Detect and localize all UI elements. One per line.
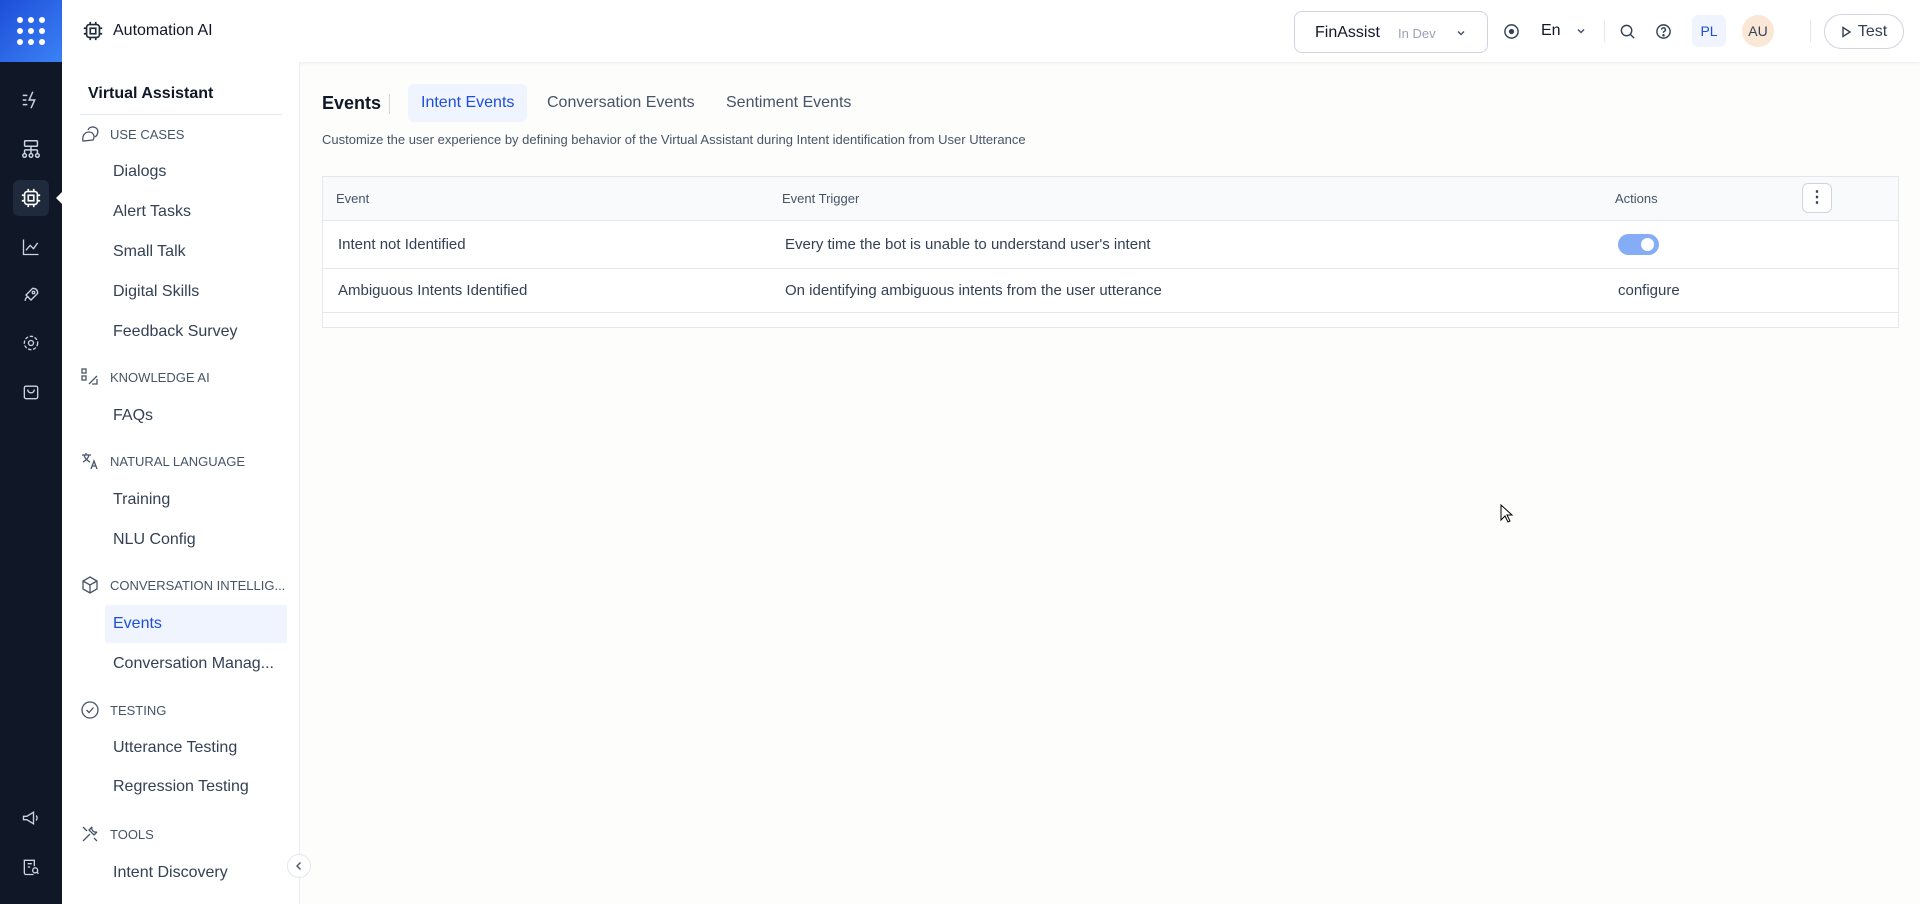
app-title: Automation AI — [113, 22, 213, 39]
sidebar-item-conversation-management[interactable]: Conversation Manag... — [113, 655, 274, 673]
sidebar-item-events[interactable]: Events — [105, 605, 287, 643]
sidebar-item-small-talk[interactable]: Small Talk — [113, 243, 186, 261]
toggle-knob — [1641, 238, 1654, 251]
sidebar-item-dialogs[interactable]: Dialogs — [113, 163, 166, 181]
divider — [389, 94, 390, 114]
help-icon[interactable] — [1655, 23, 1672, 40]
table-row: Intent not Identified Every time the bot… — [323, 221, 1898, 269]
play-icon — [1842, 25, 1852, 38]
mouse-cursor-icon — [1500, 504, 1514, 523]
sidebar-item-digital-skills[interactable]: Digital Skills — [113, 283, 199, 301]
automation-chip-icon — [83, 21, 103, 41]
rail-announcements-icon[interactable] — [13, 800, 49, 836]
top-bar: Automation AI FinAssist In Dev En PL AU … — [62, 0, 1920, 62]
column-header-event: Event — [336, 191, 370, 206]
sidebar-item-training[interactable]: Training — [113, 491, 170, 509]
event-trigger: On identifying ambiguous intents from th… — [785, 282, 1162, 299]
event-name: Ambiguous Intents Identified — [338, 282, 528, 299]
language-chevron-icon[interactable] — [1575, 25, 1587, 37]
enable-toggle[interactable] — [1618, 234, 1659, 255]
column-header-actions: Actions — [1615, 191, 1658, 206]
divider — [1604, 20, 1605, 42]
table-row: Ambiguous Intents Identified On identify… — [323, 269, 1898, 313]
page-title: Events — [322, 93, 382, 113]
section-use-cases: USE CASES — [80, 124, 184, 144]
sidebar-item-regression-testing[interactable]: Regression Testing — [113, 778, 249, 796]
avatar-au[interactable]: AU — [1742, 15, 1774, 47]
check-circle-icon — [81, 701, 99, 719]
rail-store-icon[interactable] — [13, 374, 49, 410]
events-table: Event Event Trigger Actions ⋮ Intent not… — [322, 176, 1899, 328]
event-name: Intent not Identified — [338, 236, 466, 253]
knowledge-icon — [81, 368, 98, 385]
section-tools: TOOLS — [80, 824, 154, 844]
tab-conversation-events[interactable]: Conversation Events — [534, 84, 708, 122]
section-conversation-intelligence: CONVERSATION INTELLIG... — [80, 575, 285, 595]
rail-settings-icon[interactable] — [13, 325, 49, 361]
sidebar-item-nlu-config[interactable]: NLU Config — [113, 531, 196, 549]
test-label: Test — [1857, 22, 1888, 40]
sidebar-item-intent-discovery[interactable]: Intent Discovery — [113, 864, 228, 882]
sidebar-item-feedback-survey[interactable]: Feedback Survey — [113, 323, 238, 341]
rail-deploy-icon[interactable] — [13, 277, 49, 313]
app-grid-icon[interactable] — [0, 0, 62, 62]
column-header-trigger: Event Trigger — [782, 191, 860, 206]
tab-sentiment-events[interactable]: Sentiment Events — [713, 84, 864, 122]
search-icon[interactable] — [1619, 23, 1636, 40]
sidebar-title: Virtual Assistant — [88, 85, 214, 102]
table-header: Event Event Trigger Actions ⋮ — [323, 177, 1898, 221]
section-testing: TESTING — [80, 700, 166, 720]
sidebar-item-alert-tasks[interactable]: Alert Tasks — [113, 203, 191, 221]
target-icon[interactable] — [1503, 23, 1520, 40]
rail-flash-icon[interactable] — [13, 82, 49, 118]
translate-icon — [82, 453, 98, 470]
bot-status: In Dev — [1398, 26, 1436, 41]
bot-selector[interactable]: FinAssist In Dev — [1294, 11, 1488, 53]
section-knowledge-ai: KNOWLEDGE AI — [80, 367, 210, 387]
test-button[interactable]: Test — [1824, 14, 1904, 49]
chevron-down-icon — [1457, 30, 1465, 36]
tab-intent-events[interactable]: Intent Events — [408, 84, 528, 122]
sidebar-item-faqs[interactable]: FAQs — [113, 407, 153, 425]
rail-analytics-icon[interactable] — [13, 229, 49, 265]
chevron-left-icon — [296, 862, 301, 870]
rail-docs-search-icon[interactable] — [13, 849, 49, 885]
rail-flow-icon[interactable] — [13, 131, 49, 167]
cube-icon — [82, 576, 98, 594]
left-rail — [0, 0, 63, 904]
sidebar: Virtual Assistant USE CASES Dialogs Aler… — [62, 62, 300, 904]
avatar-pl[interactable]: PL — [1692, 15, 1726, 47]
rail-automation-icon[interactable] — [13, 180, 49, 216]
chat-bubbles-icon — [82, 126, 99, 142]
configure-link[interactable]: configure — [1618, 282, 1680, 299]
collapse-sidebar-button[interactable] — [287, 854, 311, 878]
divider — [80, 114, 282, 115]
section-natural-language: NATURAL LANGUAGE — [80, 451, 245, 471]
divider — [1810, 20, 1811, 42]
sidebar-item-utterance-testing[interactable]: Utterance Testing — [113, 739, 237, 757]
tools-icon — [82, 826, 98, 842]
event-trigger: Every time the bot is unable to understa… — [785, 236, 1151, 253]
page-description: Customize the user experience by definin… — [322, 132, 1026, 147]
language-select[interactable]: En — [1541, 22, 1561, 40]
bot-name: FinAssist — [1315, 24, 1380, 41]
more-options-icon[interactable]: ⋮ — [1802, 183, 1832, 213]
